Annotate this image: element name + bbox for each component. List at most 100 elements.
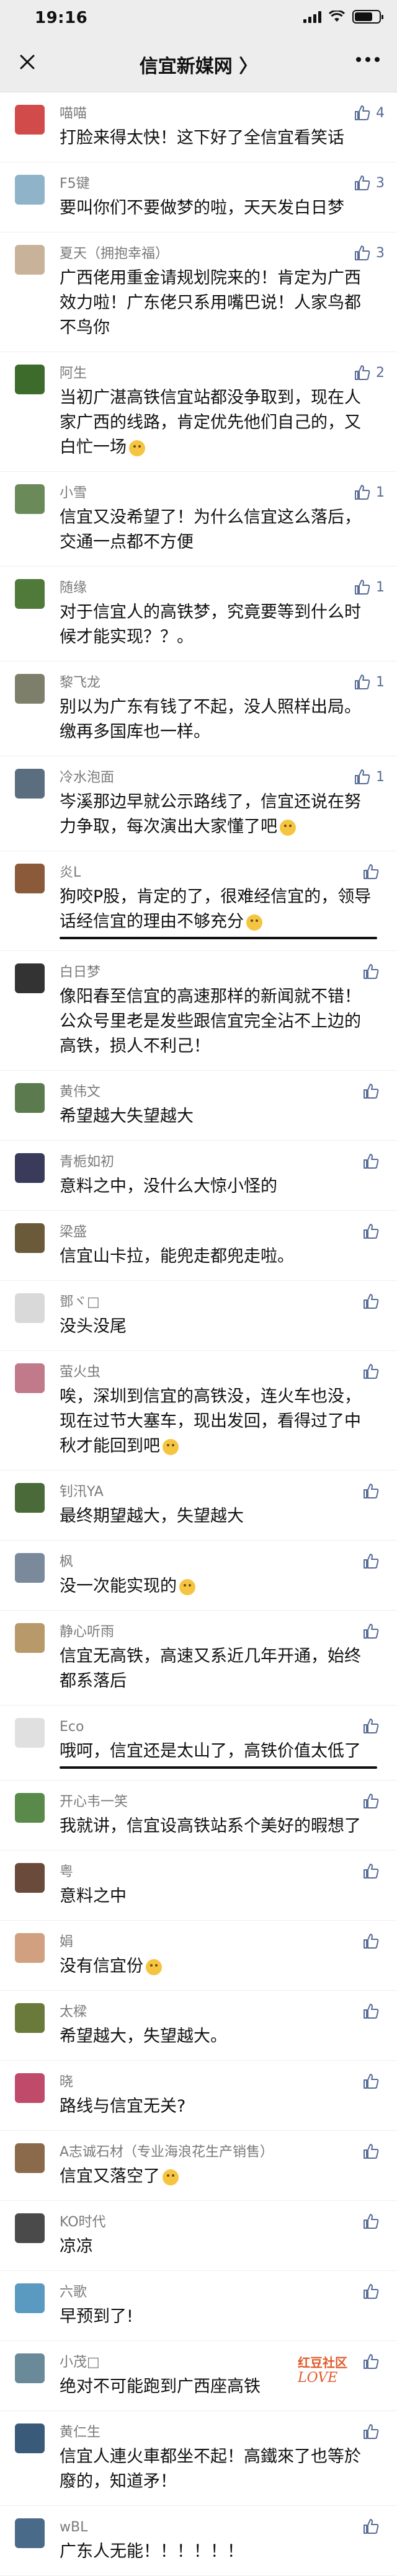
avatar[interactable] bbox=[15, 674, 45, 704]
comment-item[interactable]: Eco 哦呵，信宜还是太山了，高铁价值太低了 bbox=[0, 1706, 397, 1781]
comment-item[interactable]: 鄧ヾ□ 没头没尾 bbox=[0, 1281, 397, 1351]
page-title[interactable]: 信宜新媒网 〉 bbox=[0, 51, 397, 78]
like-button[interactable] bbox=[362, 962, 385, 981]
comment-text: 对于信宜人的高铁梦，究竟要等到什么时候才能实现？？。 bbox=[60, 600, 377, 650]
comment-item[interactable]: 静心听雨 信宜无高铁，高速又系近几年开通，始终都系落后 bbox=[0, 1611, 397, 1706]
avatar[interactable] bbox=[15, 769, 45, 799]
like-button[interactable] bbox=[362, 1862, 385, 1880]
comment-item[interactable]: 黄仁生 信宜人連火車都坐不起！高鐵來了也等於廢的，知道矛！ bbox=[0, 2411, 397, 2506]
avatar[interactable] bbox=[15, 105, 45, 135]
avatar[interactable] bbox=[15, 1293, 45, 1323]
like-button[interactable]: 2 bbox=[354, 363, 385, 382]
comment-item[interactable]: 梁盛 信宜山卡拉，能兜走都兜走啦。 bbox=[0, 1211, 397, 1281]
avatar[interactable] bbox=[15, 245, 45, 275]
like-button[interactable] bbox=[362, 1552, 385, 1570]
like-button[interactable] bbox=[362, 1222, 385, 1241]
comment-item[interactable]: KO时代 凉凉 bbox=[0, 2201, 397, 2271]
like-button[interactable] bbox=[362, 1082, 385, 1100]
like-button[interactable]: 1 bbox=[354, 673, 385, 691]
comment-author: 钊汛YA bbox=[60, 1484, 104, 1500]
comment-item[interactable]: 夏天（拥抱幸福） 广西佬用重金请规划院来的！肯定为广西效力啦！广东佬只系用嘴巴说！… bbox=[0, 232, 397, 352]
thumbs-up-icon bbox=[364, 2144, 379, 2159]
comment-text: 早预到了! bbox=[60, 2304, 377, 2329]
avatar[interactable] bbox=[15, 484, 45, 514]
avatar[interactable] bbox=[15, 2073, 45, 2103]
comment-item[interactable]: 娟没有信宜份 bbox=[0, 1921, 397, 1991]
comment-item[interactable]: 白日梦 像阳春至信宜的高速那样的新闻就不错！公众号里老是发些跟信宜完全沾不上边的高… bbox=[0, 951, 397, 1071]
comment-item[interactable]: 萤火虫 唉，深圳到信宜的高铁没，连火车也没，现在过节大塞车，现出发回，看得过了中秋… bbox=[0, 1351, 397, 1471]
comment-author: wBL bbox=[60, 2520, 88, 2535]
avatar[interactable] bbox=[15, 579, 45, 609]
like-button[interactable] bbox=[362, 1482, 385, 1500]
like-button[interactable] bbox=[362, 1717, 385, 1735]
like-button[interactable]: 1 bbox=[354, 578, 385, 596]
avatar[interactable] bbox=[15, 2518, 45, 2548]
emoji-icon bbox=[179, 1578, 195, 1595]
avatar[interactable] bbox=[15, 2283, 45, 2313]
avatar[interactable] bbox=[15, 2213, 45, 2243]
like-button[interactable] bbox=[362, 2422, 385, 2441]
wifi-icon bbox=[329, 11, 345, 22]
like-button[interactable]: 1 bbox=[354, 768, 385, 786]
avatar[interactable] bbox=[15, 1083, 45, 1113]
comment-item[interactable]: 开心韦一笑 我就讲，信宜设高铁站系个美好的暇想了 bbox=[0, 1781, 397, 1851]
avatar[interactable] bbox=[15, 1483, 45, 1513]
like-button[interactable]: 4 bbox=[354, 104, 385, 122]
avatar[interactable] bbox=[15, 963, 45, 993]
avatar[interactable] bbox=[15, 864, 45, 893]
comment-item[interactable]: 阿生 当初广湛高铁信宜站都没争取到，现在人家广西的线路，肯定优先他们自己的，又白忙… bbox=[0, 352, 397, 472]
avatar[interactable] bbox=[15, 2353, 45, 2383]
avatar[interactable] bbox=[15, 1223, 45, 1253]
comment-item[interactable]: 钊汛YA 最终期望越大，失望越大 bbox=[0, 1471, 397, 1541]
avatar[interactable] bbox=[15, 1153, 45, 1183]
like-button[interactable]: 3 bbox=[354, 244, 385, 262]
like-button[interactable] bbox=[362, 1622, 385, 1640]
comment-text-content: 没一次能实现的 bbox=[60, 1577, 177, 1596]
avatar[interactable] bbox=[15, 1363, 45, 1393]
comment-item[interactable]: F5键 要叫你们不要做梦的啦，天天发白日梦 3 bbox=[0, 162, 397, 232]
comment-item[interactable]: 黎飞龙 别以为广东有钱了不起，没人照样出局。缴再多国库也一样。 1 bbox=[0, 662, 397, 756]
comment-item[interactable]: 青栀如初 意料之中，没什么大惊小怪的 bbox=[0, 1141, 397, 1211]
avatar[interactable] bbox=[15, 1793, 45, 1823]
comment-text-content: 希望越大失望越大 bbox=[60, 1107, 194, 1126]
comment-item[interactable]: 枫没一次能实现的 bbox=[0, 1541, 397, 1611]
comment-item[interactable]: 小雪 信宜又没希望了！为什么信宜这么落后，交通一点都不方便 1 bbox=[0, 472, 397, 567]
avatar[interactable] bbox=[15, 2143, 45, 2173]
like-button[interactable] bbox=[362, 862, 385, 881]
comment-item[interactable]: 炎L 狗咬P股，肯定的了，很难经信宜的，领导话经信宜的理由不够充分 bbox=[0, 851, 397, 951]
like-button[interactable] bbox=[362, 1152, 385, 1171]
like-button[interactable] bbox=[362, 1792, 385, 1810]
avatar[interactable] bbox=[15, 1863, 45, 1893]
avatar[interactable] bbox=[15, 175, 45, 205]
avatar[interactable] bbox=[15, 1933, 45, 1963]
comment-text-content: 路线与信宜无关? bbox=[60, 2097, 186, 2116]
like-button[interactable] bbox=[362, 1292, 385, 1311]
avatar[interactable] bbox=[15, 2423, 45, 2453]
like-button[interactable] bbox=[362, 2212, 385, 2231]
like-button[interactable] bbox=[362, 1362, 385, 1381]
like-button[interactable]: 1 bbox=[354, 483, 385, 502]
like-button[interactable] bbox=[362, 2517, 385, 2536]
comment-item[interactable]: 晓路线与信宜无关? bbox=[0, 2061, 397, 2131]
like-button[interactable] bbox=[362, 2002, 385, 2021]
more-icon[interactable] bbox=[356, 53, 381, 66]
like-button[interactable] bbox=[362, 2142, 385, 2161]
comment-item[interactable]: A志诚石材（专业海浪花生产销售） 信宜又落空了 bbox=[0, 2131, 397, 2201]
comment-item[interactable]: 太樑 希望越大，失望越大。 bbox=[0, 1991, 397, 2061]
like-button[interactable] bbox=[362, 2282, 385, 2301]
comment-item[interactable]: 随缘 对于信宜人的高铁梦，究竟要等到什么时候才能实现？？。 1 bbox=[0, 567, 397, 662]
comment-item[interactable]: wBL 广东人无能！！！！！！ bbox=[0, 2506, 397, 2576]
avatar[interactable] bbox=[15, 1623, 45, 1653]
comment-item[interactable]: 黄伟文 希望越大失望越大 bbox=[0, 1071, 397, 1141]
avatar[interactable] bbox=[15, 1553, 45, 1583]
avatar[interactable] bbox=[15, 2003, 45, 2033]
like-button[interactable]: 3 bbox=[354, 174, 385, 192]
avatar[interactable] bbox=[15, 1718, 45, 1748]
comment-item[interactable]: 六歌 早预到了! bbox=[0, 2271, 397, 2341]
comment-item[interactable]: 喵喵 打脸来得太快！这下好了全信宜看笑话 4 bbox=[0, 92, 397, 162]
comment-item[interactable]: 冷水泡面 岑溪那边早就公示路线了，信宜还说在努力争取，每次演出大家懂了吧 1 bbox=[0, 756, 397, 851]
like-button[interactable] bbox=[362, 2072, 385, 2091]
like-button[interactable] bbox=[362, 1932, 385, 1950]
comment-item[interactable]: 粤意料之中 bbox=[0, 1851, 397, 1921]
avatar[interactable] bbox=[15, 365, 45, 394]
